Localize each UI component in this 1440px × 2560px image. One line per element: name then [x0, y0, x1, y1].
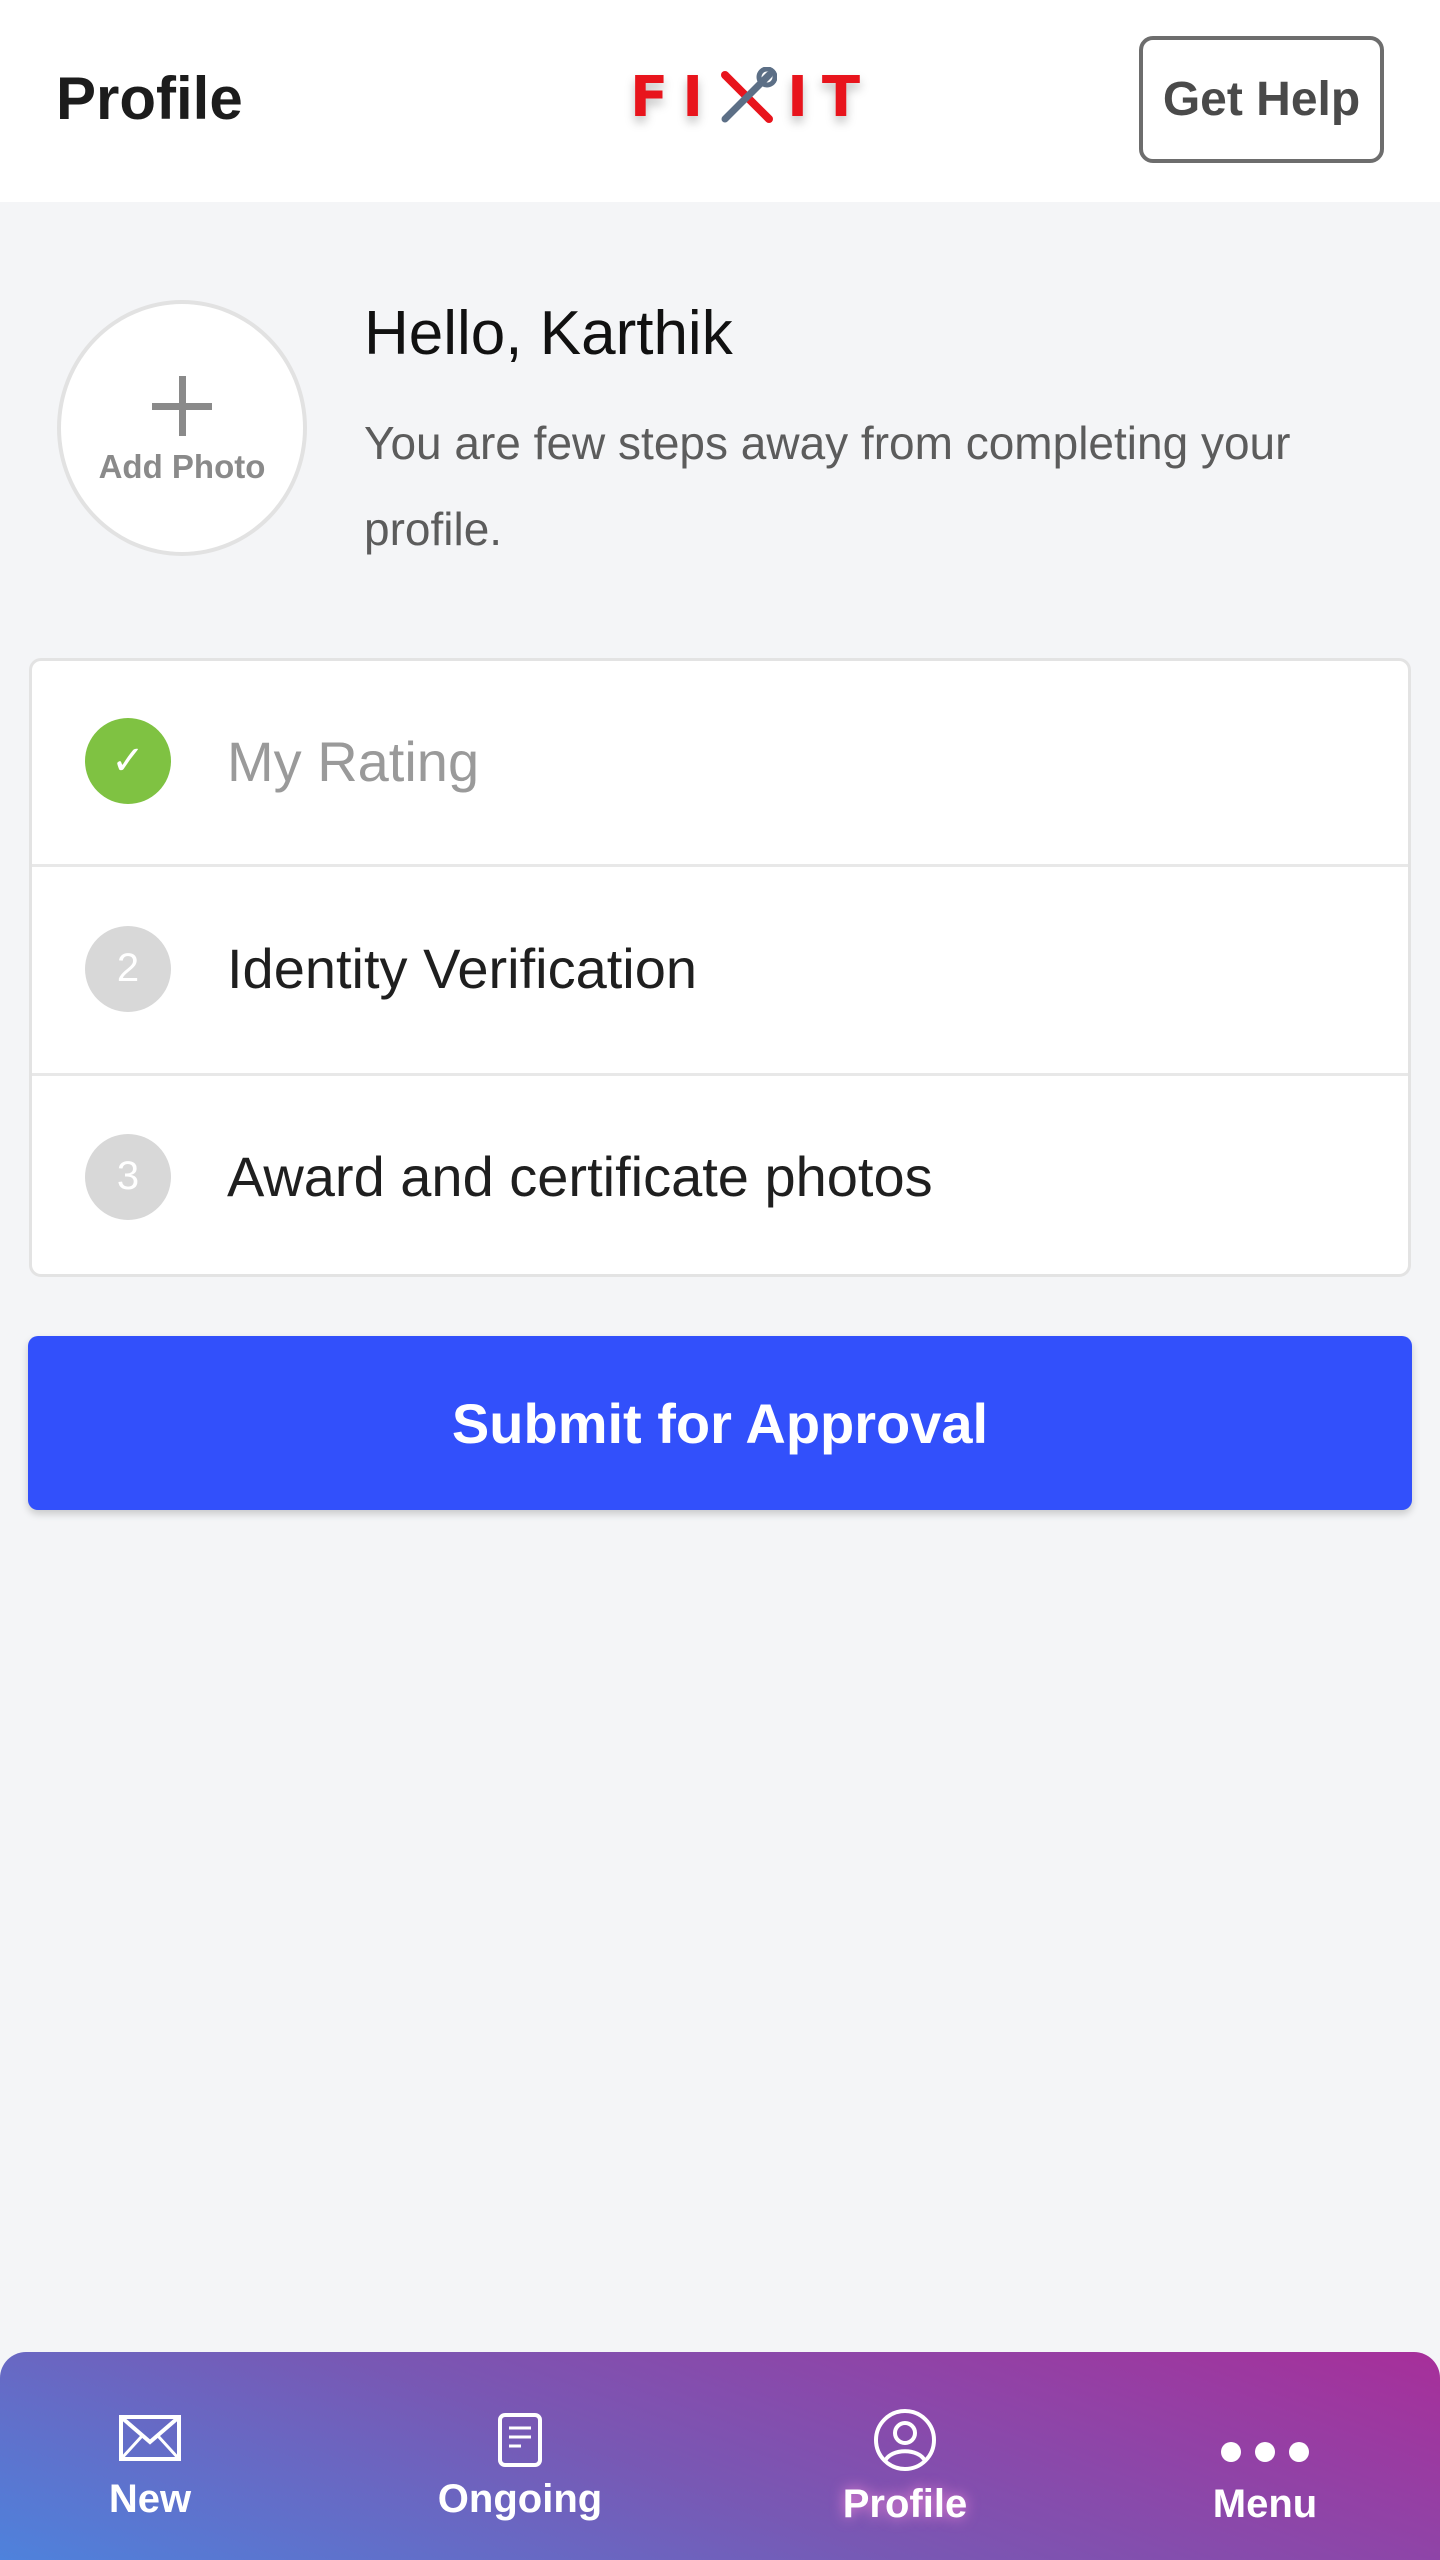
wrench-screwdriver-icon — [721, 67, 778, 123]
step-number-badge: 3 — [85, 1133, 171, 1220]
step-award-certificate-photos[interactable]: 3 Award and certificate photos — [32, 1073, 1408, 1277]
document-icon — [498, 2413, 542, 2467]
logo-text-fi: FI — [630, 64, 718, 130]
nav-label: New — [108, 2477, 192, 2521]
step-label: Identity Verification — [227, 937, 698, 1000]
add-photo-button[interactable]: Add Photo — [57, 300, 307, 556]
add-photo-label: Add Photo — [98, 448, 266, 485]
step-label: Award and certificate photos — [227, 1145, 933, 1208]
nav-item-ongoing[interactable]: Ongoing — [370, 2352, 670, 2560]
step-number-badge: 2 — [85, 925, 171, 1012]
page-title: Profile — [56, 65, 243, 132]
greeting-subtitle: You are few steps away from completing y… — [364, 417, 1291, 555]
get-help-button[interactable]: Get Help — [1139, 36, 1384, 163]
envelope-icon — [119, 2415, 181, 2461]
greeting-title: Hello, Karthik — [364, 299, 733, 368]
submit-for-approval-button[interactable]: Submit for Approval — [28, 1336, 1412, 1510]
plus-icon — [152, 376, 212, 436]
nav-label: Ongoing — [437, 2477, 603, 2521]
step-label: My Rating — [227, 729, 480, 793]
nav-label: Menu — [1212, 2482, 1318, 2526]
more-dots-icon — [1221, 2442, 1309, 2462]
check-icon: ✓ — [85, 718, 171, 804]
nav-item-profile[interactable]: Profile — [755, 2352, 1055, 2560]
step-my-rating[interactable]: ✓ My Rating — [32, 661, 1408, 861]
step-identity-verification[interactable]: 2 Identity Verification — [32, 864, 1408, 1070]
logo-text-it: IT — [787, 64, 875, 130]
profile-steps-card: ✓ My Rating 2 Identity Verification 3 Aw… — [29, 658, 1411, 1277]
nav-item-menu[interactable]: Menu — [1115, 2352, 1415, 2560]
nav-item-new[interactable]: New — [0, 2352, 300, 2560]
nav-label: Profile — [842, 2482, 968, 2526]
app-logo: FI IT — [630, 62, 874, 132]
user-circle-icon — [874, 2409, 936, 2471]
bottom-nav: New Ongoing Profile Menu — [0, 2352, 1440, 2560]
top-bar: Profile FI IT Get Help — [0, 0, 1440, 202]
